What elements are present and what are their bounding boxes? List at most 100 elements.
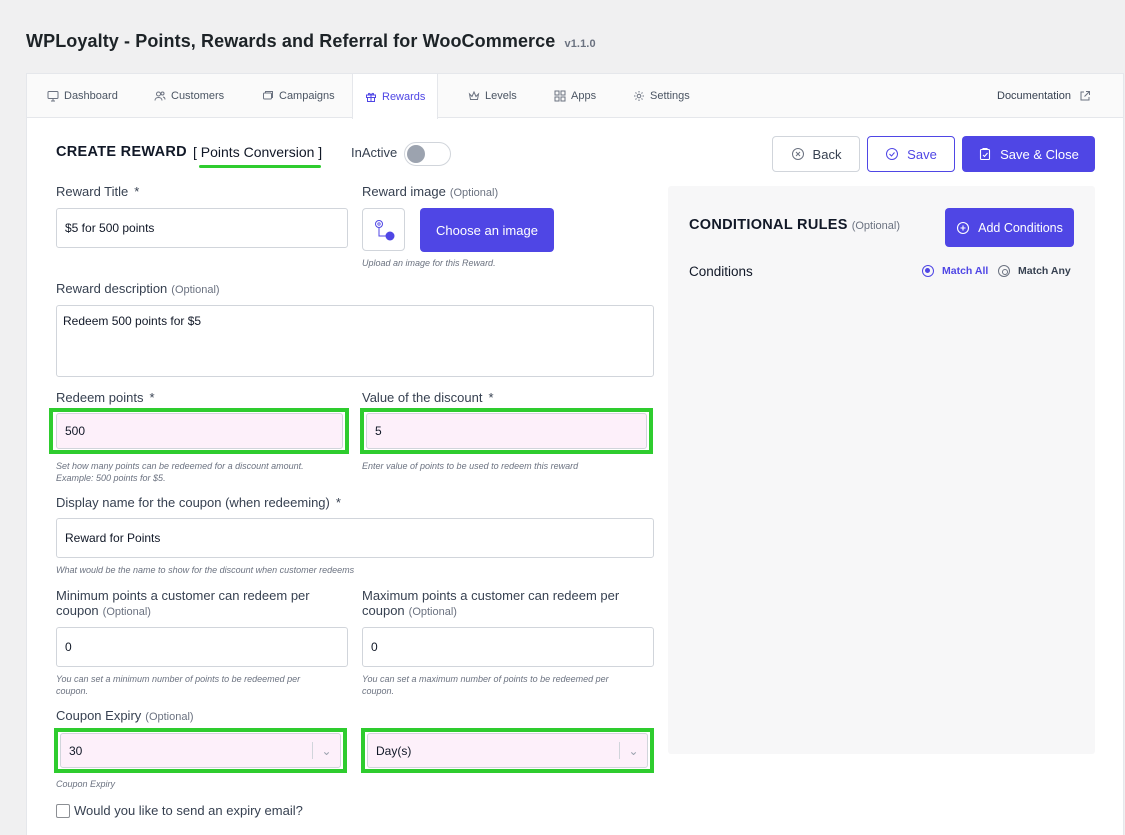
reward-title-input[interactable]: $5 for 500 points [56,208,348,248]
max-points-hint: You can set a maximum number of points t… [362,673,609,697]
discount-value-input[interactable]: 5 [366,413,647,449]
optional-mark: (Optional) [449,187,499,199]
tab-label: Dashboard [64,90,118,102]
external-link-icon [1080,91,1090,101]
tab-label: Customers [171,90,225,102]
gear-icon [634,91,644,101]
min-points-hint: You can set a minimum number of points t… [56,673,300,697]
conditional-rules-title: CONDITIONAL RULES (Optional) [689,217,900,233]
min-points-label: Minimum points a customer can redeem per… [56,588,310,620]
app-title-text: WPLoyalty - Points, Rewards and Referral… [26,31,556,51]
tab-label: Settings [650,90,690,102]
form-heading: CREATE REWARD [56,144,187,160]
hint-line: coupon. [56,686,89,696]
save-close-label: Save & Close [1000,146,1079,162]
documentation-link[interactable]: Documentation [997,74,1091,118]
tab-rewards[interactable]: Rewards [352,74,439,119]
discount-value-hint: Enter value of points to be used to rede… [362,461,579,471]
reward-image-hint: Upload an image for this Reward. [362,258,496,268]
coupon-expiry-select[interactable]: 30 ⌄ [60,733,341,768]
label-text: Maximum points a customer can redeem per [362,588,620,603]
tab-settings[interactable]: Settings [621,74,702,118]
tab-label: Apps [571,90,597,102]
clipboard-check-icon [980,147,991,161]
match-all-option[interactable]: Match All [922,265,988,277]
hint-line: coupon. [362,686,395,696]
reward-description-label: Reward description (Optional) [56,281,220,296]
coupon-expiry-hint: Coupon Expiry [56,779,116,789]
tab-label: Campaigns [279,90,335,102]
nav-tabs: Dashboard Customers Campaigns Rewards Le… [27,74,1123,119]
tab-customers[interactable]: Customers [142,74,236,118]
hint-line: Set how many points can be redeemed for … [56,461,304,471]
grid-icon [554,90,566,102]
match-any-label: Match Any [1018,265,1071,277]
tab-label: Levels [485,90,517,102]
required-mark: * [488,390,494,405]
required-mark: * [149,390,155,405]
label-text: coupon [362,603,405,618]
reward-image-label: Reward image (Optional) [362,184,498,199]
users-icon [154,91,166,101]
tab-dashboard[interactable]: Dashboard [35,74,130,118]
radio-selected-icon [922,265,934,277]
coupon-name-input[interactable]: Reward for Points [56,518,654,558]
required-mark: * [335,495,341,510]
save-label: Save [907,146,937,162]
label-text: Reward Title [56,184,129,199]
label-text: Minimum points a customer can redeem per [56,588,310,603]
back-label: Back [812,146,842,162]
tab-label: Rewards [382,90,426,103]
optional-mark: (Optional) [145,711,194,723]
max-points-input[interactable]: 0 [362,627,654,667]
label-text: Value of the discount [362,390,483,405]
close-circle-icon [791,148,804,160]
tab-levels[interactable]: Levels [456,74,529,118]
expiry-unit-select[interactable]: Day(s) ⌄ [367,733,648,768]
reward-title-label: Reward Title * [56,184,139,199]
save-button[interactable]: Save [867,136,955,172]
check-circle-icon [886,148,899,160]
crown-icon [468,90,480,100]
plus-circle-icon [957,221,970,234]
coupon-expiry-label: Coupon Expiry (Optional) [56,708,194,723]
chevron-down-icon: ⌄ [312,742,340,759]
max-points-label: Maximum points a customer can redeem per… [362,588,619,620]
match-any-option[interactable]: Match Any [998,265,1071,277]
add-conditions-button[interactable]: Add Conditions [945,208,1074,247]
redeem-points-input[interactable]: 500 [56,413,343,449]
min-points-input[interactable]: 0 [56,627,348,667]
discount-value-label: Value of the discount * [362,390,494,405]
label-text: Reward description [56,281,168,296]
optional-mark: (Optional) [851,220,900,232]
match-all-label: Match All [942,265,989,277]
hint-line: Example: 500 points for $5. [56,473,166,483]
choose-image-button[interactable]: Choose an image [420,208,554,252]
reward-description-textarea[interactable]: Redeem 500 points for $5 [56,305,654,377]
add-conditions-label: Add Conditions [978,220,1063,235]
back-button[interactable]: Back [772,136,860,172]
tag-icon [263,91,273,100]
gift-icon [366,92,376,102]
redeem-points-label: Redeem points * [56,390,155,405]
version-badge: v1.1.0 [564,38,596,50]
status-label: InActive [351,145,398,160]
image-preview [362,208,405,251]
status-toggle[interactable] [404,142,451,166]
label-text: Display name for the coupon (when redeem… [56,495,330,510]
tab-campaigns[interactable]: Campaigns [250,74,347,118]
coupon-name-hint: What would be the name to show for the d… [56,565,355,575]
reward-type-highlight [199,165,321,168]
optional-mark: (Optional) [171,284,220,296]
save-close-button[interactable]: Save & Close [962,136,1095,172]
label-text: Reward image [362,184,446,199]
documentation-label: Documentation [997,90,1071,102]
chevron-down-icon: ⌄ [619,742,647,759]
expiry-email-checkbox[interactable] [56,804,70,818]
coupon-name-label: Display name for the coupon (when redeem… [56,495,341,510]
reward-type-label: [ Points Conversion ] [193,144,323,160]
optional-mark: (Optional) [408,606,457,618]
main-panel: Dashboard Customers Campaigns Rewards Le… [26,73,1124,835]
redeem-points-hint: Set how many points can be redeemed for … [56,460,304,484]
tab-apps[interactable]: Apps [542,74,608,118]
